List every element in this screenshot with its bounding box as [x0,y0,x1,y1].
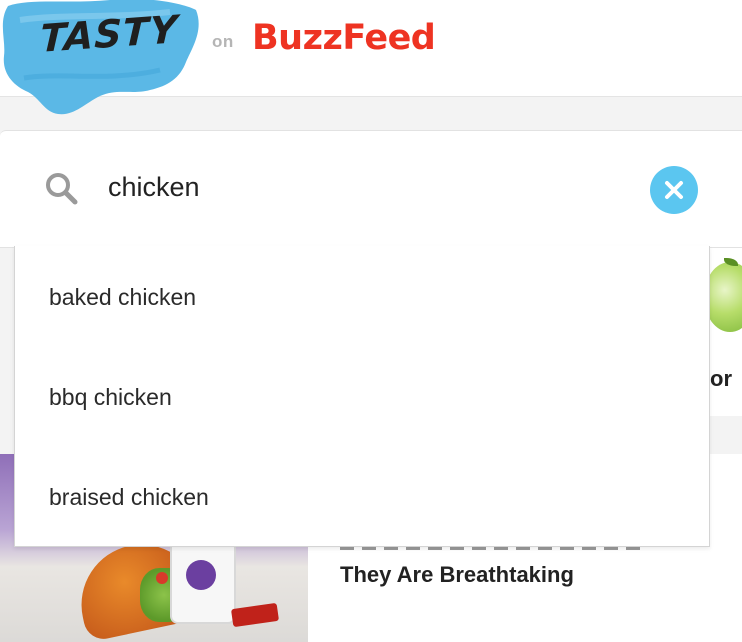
suggestion-item[interactable]: bbq chicken [15,346,709,446]
search-icon [46,173,78,205]
buzzfeed-logo[interactable]: BuzzFeed [252,18,436,58]
on-label: on [212,32,234,51]
suggestion-item[interactable]: braised chicken [15,446,709,546]
clear-icon [665,181,683,199]
search-input[interactable] [108,167,628,207]
suggestion-label: baked chicken [49,284,197,310]
taco-tomato [156,572,168,584]
suggestion-label: braised chicken [49,484,209,510]
cup-logo [186,560,216,590]
suggestion-item[interactable]: baked chicken [15,246,709,346]
background-card-title-fragment: or [710,366,732,391]
clear-search-button[interactable] [650,166,698,214]
page: TASTY on BuzzFeed or They Are Breathtaki… [0,0,742,642]
site-header: TASTY on BuzzFeed [0,0,742,115]
article-title[interactable]: They Are Breathtaking [340,562,574,588]
search-bar [0,130,742,248]
suggestion-label: bbq chicken [49,384,172,410]
search-suggestions-dropdown: baked chicken bbq chicken braised chicke… [14,246,710,547]
